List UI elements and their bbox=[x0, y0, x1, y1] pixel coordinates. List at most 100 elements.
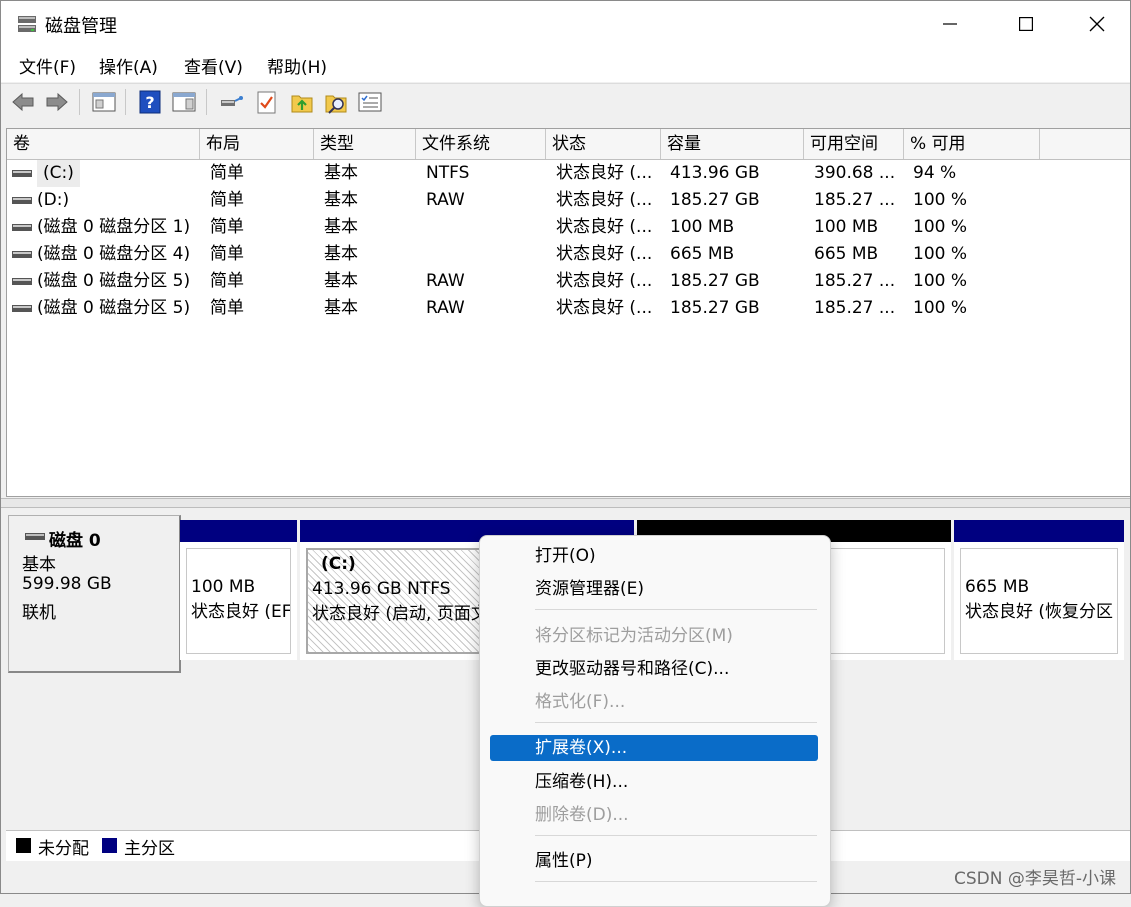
disk-management-app-icon bbox=[16, 13, 38, 35]
cell-percent-free: 100 % bbox=[913, 298, 968, 318]
pane-splitter[interactable] bbox=[1, 498, 1130, 508]
menu-item-open[interactable]: 打开(O) bbox=[490, 543, 818, 569]
toolbar-separator bbox=[79, 89, 80, 115]
table-row[interactable]: (C:) 简单 基本 NTFS 状态良好 (... 413.96 GB 390.68 ...… bbox=[7, 160, 1130, 187]
search-folder-icon[interactable] bbox=[323, 89, 349, 115]
column-header-filesystem[interactable]: 文件系统 bbox=[416, 129, 546, 159]
menu-help[interactable]: 帮助(H) bbox=[267, 53, 327, 78]
cell-capacity: 185.27 GB bbox=[670, 298, 760, 318]
connect-icon[interactable] bbox=[218, 89, 244, 115]
cell-layout: 简单 bbox=[210, 271, 244, 291]
table-row[interactable]: (磁盘 0 磁盘分区 4) 简单 基本 状态良好 (... 665 MB 665 MB 10… bbox=[7, 241, 1130, 268]
console-tree-icon[interactable] bbox=[91, 89, 117, 115]
cell-capacity: 100 MB bbox=[670, 217, 735, 237]
menu-item-extend-volume[interactable]: 扩展卷(X)... bbox=[490, 735, 818, 761]
menu-view[interactable]: 查看(V) bbox=[184, 53, 243, 78]
volume-drive-icon bbox=[12, 224, 32, 231]
volume-list[interactable]: 卷 布局 类型 文件系统 状态 容量 可用空间 % 可用 (C:) 简单 基本 NTF… bbox=[6, 128, 1130, 497]
cell-filesystem: RAW bbox=[426, 190, 465, 210]
cell-percent-free: 100 % bbox=[913, 271, 968, 291]
properties-list-icon[interactable] bbox=[357, 89, 383, 115]
minimize-icon bbox=[943, 23, 957, 25]
menu-item-format[interactable]: 格式化(F)... bbox=[490, 689, 818, 715]
cell-volume: (C:) bbox=[37, 160, 80, 187]
forward-arrow-icon[interactable] bbox=[44, 89, 70, 115]
menu-item-delete-volume[interactable]: 删除卷(D)... bbox=[490, 802, 818, 828]
context-menu: 打开(O) 资源管理器(E) 将分区标记为活动分区(M) 更改驱动器号和路径(C… bbox=[479, 535, 831, 907]
column-header-type[interactable]: 类型 bbox=[314, 129, 416, 159]
partition-status: 状态良好 (恢复分区 bbox=[965, 602, 1114, 622]
menu-item-explorer[interactable]: 资源管理器(E) bbox=[490, 576, 818, 602]
disk-icon bbox=[25, 533, 45, 540]
menu-item-shrink-volume[interactable]: 压缩卷(H)... bbox=[490, 769, 818, 795]
minimize-button[interactable] bbox=[920, 1, 980, 47]
partition-size: 100 MB bbox=[191, 577, 256, 597]
cell-free-space: 665 MB bbox=[814, 244, 879, 264]
legend-swatch-unallocated bbox=[16, 838, 31, 853]
cell-filesystem: RAW bbox=[426, 271, 465, 291]
cell-type: 基本 bbox=[324, 217, 358, 237]
menu-item-change-drive-letter[interactable]: 更改驱动器号和路径(C)... bbox=[490, 656, 818, 682]
action-pane-icon[interactable] bbox=[171, 89, 197, 115]
disk-size: 599.98 GB bbox=[22, 574, 112, 594]
cell-type: 基本 bbox=[324, 271, 358, 291]
maximize-button[interactable] bbox=[996, 1, 1056, 47]
disk-0-info[interactable]: 磁盘 0 基本 599.98 GB 联机 bbox=[8, 515, 181, 673]
cell-free-space: 100 MB bbox=[814, 217, 879, 237]
table-row[interactable]: (磁盘 0 磁盘分区 5) 简单 基本 RAW 状态良好 (... 185.27 GB 18… bbox=[7, 268, 1130, 295]
partition-bar bbox=[180, 520, 297, 542]
cell-layout: 简单 bbox=[210, 217, 244, 237]
partition-size: 665 MB bbox=[965, 577, 1030, 597]
cell-type: 基本 bbox=[324, 244, 358, 264]
menu-separator bbox=[535, 835, 817, 836]
cell-status: 状态良好 (... bbox=[556, 271, 653, 291]
cell-percent-free: 100 % bbox=[913, 244, 968, 264]
cell-filesystem: RAW bbox=[426, 298, 465, 318]
cell-volume: (磁盘 0 磁盘分区 4) bbox=[37, 244, 191, 264]
cell-volume: (磁盘 0 磁盘分区 5) bbox=[37, 271, 191, 291]
cell-status: 状态良好 (... bbox=[556, 298, 653, 318]
cell-status: 状态良好 (... bbox=[556, 163, 653, 183]
partition-body: 665 MB 状态良好 (恢复分区 bbox=[960, 548, 1118, 654]
title-bar: 磁盘管理 bbox=[1, 1, 1130, 47]
table-row[interactable]: (磁盘 0 磁盘分区 1) 简单 基本 状态良好 (... 100 MB 100 MB 10… bbox=[7, 214, 1130, 241]
cell-status: 状态良好 (... bbox=[556, 244, 653, 264]
cell-type: 基本 bbox=[324, 298, 358, 318]
back-arrow-icon[interactable] bbox=[10, 89, 36, 115]
disk-state: 联机 bbox=[22, 603, 56, 623]
cell-capacity: 413.96 GB bbox=[670, 163, 760, 183]
menu-separator bbox=[535, 609, 817, 610]
folder-up-icon[interactable] bbox=[289, 89, 315, 115]
cell-percent-free: 94 % bbox=[913, 163, 957, 183]
table-row[interactable]: (D:) 简单 基本 RAW 状态良好 (... 185.27 GB 185.27 ... 1… bbox=[7, 187, 1130, 214]
column-header-layout[interactable]: 布局 bbox=[200, 129, 314, 159]
cell-filesystem: NTFS bbox=[426, 163, 470, 183]
partition-efi[interactable]: 100 MB 状态良好 (EF bbox=[180, 520, 297, 660]
menu-action[interactable]: 操作(A) bbox=[99, 53, 158, 78]
volume-drive-icon bbox=[12, 197, 32, 204]
column-header-capacity[interactable]: 容量 bbox=[661, 129, 804, 159]
cell-layout: 简单 bbox=[210, 244, 244, 264]
cell-free-space: 185.27 ... bbox=[814, 298, 896, 318]
partition-body: 100 MB 状态良好 (EF bbox=[186, 548, 291, 654]
table-row[interactable]: (磁盘 0 磁盘分区 5) 简单 基本 RAW 状态良好 (... 185.27 GB 18… bbox=[7, 295, 1130, 322]
column-header-volume[interactable]: 卷 bbox=[7, 129, 200, 159]
cell-volume: (磁盘 0 磁盘分区 5) bbox=[37, 298, 191, 318]
menu-item-mark-active[interactable]: 将分区标记为活动分区(M) bbox=[490, 623, 818, 649]
checklist-icon[interactable] bbox=[253, 89, 279, 115]
cell-layout: 简单 bbox=[210, 190, 244, 210]
disk-name: 磁盘 0 bbox=[49, 531, 101, 551]
menu-item-properties[interactable]: 属性(P) bbox=[490, 848, 818, 874]
volume-drive-icon bbox=[12, 251, 32, 258]
menu-file[interactable]: 文件(F) bbox=[19, 53, 76, 78]
cell-capacity: 185.27 GB bbox=[670, 271, 760, 291]
partition-recovery[interactable]: 665 MB 状态良好 (恢复分区 bbox=[954, 520, 1124, 660]
column-header-status[interactable]: 状态 bbox=[546, 129, 661, 159]
volume-drive-icon bbox=[12, 170, 32, 177]
column-header-free-space[interactable]: 可用空间 bbox=[804, 129, 904, 159]
help-icon[interactable]: ? bbox=[137, 89, 163, 115]
partition-bar bbox=[954, 520, 1124, 542]
cell-percent-free: 100 % bbox=[913, 190, 968, 210]
close-button[interactable] bbox=[1067, 1, 1127, 47]
column-header-percent-free[interactable]: % 可用 bbox=[904, 129, 1040, 159]
